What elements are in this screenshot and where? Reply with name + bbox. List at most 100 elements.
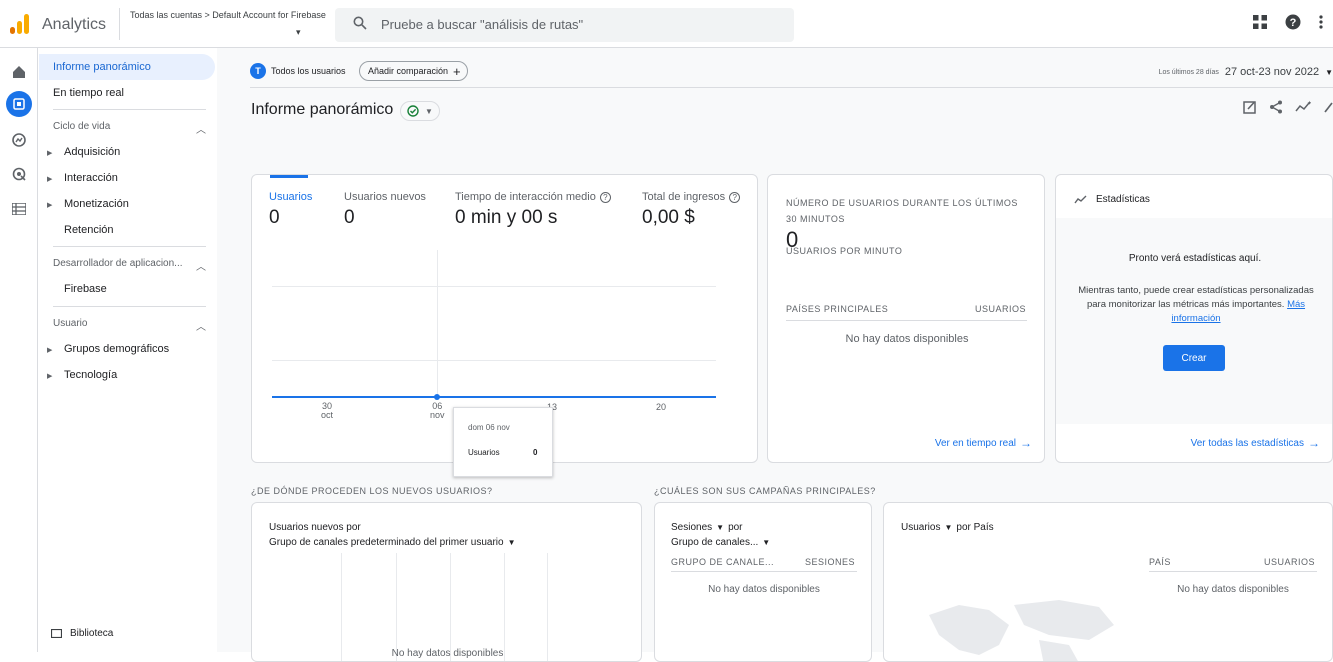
sessions-title[interactable]: Sesiones ▼ por bbox=[671, 522, 743, 533]
account-selector[interactable]: Todas las cuentas > Default Account for … bbox=[119, 8, 326, 40]
metric-usuarios-nuevos[interactable]: Usuarios nuevos 0 bbox=[344, 191, 426, 229]
nav-en-tiempo-real[interactable]: En tiempo real bbox=[39, 80, 215, 106]
search-box[interactable]: Pruebe a buscar "análisis de rutas" bbox=[335, 8, 794, 42]
home-icon[interactable] bbox=[6, 59, 32, 85]
nav-section-desarrollador[interactable]: Desarrollador de aplicacion... ︿ bbox=[53, 258, 206, 273]
metric-tiempo-interaccion[interactable]: Tiempo de interacción medio ? 0 min y 00… bbox=[455, 191, 611, 229]
analytics-logo[interactable] bbox=[10, 14, 30, 34]
dimension-selector[interactable]: Grupo de canales predeterminado del prim… bbox=[269, 537, 516, 548]
empty-state: No hay datos disponibles bbox=[391, 648, 504, 659]
empty-state: No hay datos disponibles bbox=[708, 584, 820, 595]
expand-arrow-icon: ▶ bbox=[47, 202, 53, 209]
users-series-line bbox=[272, 396, 716, 398]
metric-label: Usuarios bbox=[269, 191, 313, 203]
top-bar: Analytics Todas las cuentas > Default Ac… bbox=[0, 0, 1333, 48]
tooltip-value: 0 bbox=[533, 448, 538, 457]
nav-section-ciclo-de-vida[interactable]: Ciclo de vida ︿ bbox=[53, 121, 206, 136]
help-icon[interactable]: ? bbox=[599, 191, 611, 203]
add-icon: + bbox=[453, 63, 461, 79]
table-divider bbox=[1149, 571, 1317, 572]
folder-icon bbox=[51, 629, 62, 638]
view-all-insights-link[interactable]: Ver todas las estadísticas → bbox=[1191, 436, 1320, 450]
gridline bbox=[450, 553, 451, 661]
nav-item-label: Tecnología bbox=[64, 369, 118, 381]
more-vert-icon[interactable] bbox=[1319, 15, 1323, 29]
table-divider bbox=[786, 320, 1027, 321]
metric-usuarios[interactable]: Usuarios 0 bbox=[269, 191, 312, 229]
dimension-label: Grupo de canales predeterminado del prim… bbox=[269, 537, 504, 548]
nav-item-label: Grupos demográficos bbox=[64, 343, 170, 355]
date-range-value: 27 oct-23 nov 2022 bbox=[1224, 66, 1320, 78]
help-icon[interactable]: ? bbox=[1285, 14, 1301, 30]
metric-value: 0,00 $ bbox=[642, 207, 695, 228]
tooltip-label: Usuarios bbox=[468, 448, 500, 457]
expand-arrow-icon: ▶ bbox=[47, 347, 53, 354]
edit-report-icon[interactable] bbox=[1243, 100, 1257, 114]
svg-text:✦: ✦ bbox=[1307, 100, 1311, 107]
chevron-up-icon: ︿ bbox=[196, 322, 206, 333]
x-tick-bottom: oct bbox=[321, 410, 334, 420]
metrics-card: Usuarios 0 Usuarios nuevos 0 Tiempo de i… bbox=[251, 174, 758, 477]
expand-arrow-icon: ▶ bbox=[47, 373, 53, 380]
x-tick-30-oct: 30 oct bbox=[321, 402, 333, 420]
sessions-by: por bbox=[728, 522, 743, 533]
pencil-icon[interactable] bbox=[1323, 100, 1333, 114]
nav-biblioteca[interactable]: Biblioteca bbox=[51, 628, 113, 639]
chart-tooltip: dom 06 nov Usuarios 0 bbox=[453, 407, 553, 477]
advertising-icon[interactable] bbox=[6, 161, 32, 187]
chevron-up-icon: ︿ bbox=[196, 125, 206, 136]
apps-grid-icon[interactable] bbox=[1253, 15, 1267, 29]
nav-section-title: Usuario bbox=[53, 318, 88, 329]
chevron-down-icon: ▼ bbox=[507, 538, 516, 547]
segment-chip[interactable]: T Todos los usuarios bbox=[250, 61, 354, 81]
create-button[interactable]: Crear bbox=[1163, 345, 1225, 371]
metric-value: 0 bbox=[269, 207, 280, 228]
chevron-down-icon: ▼ bbox=[944, 523, 953, 532]
segment-label: Todos los usuarios bbox=[271, 66, 346, 76]
nav-informe-panoramico[interactable]: Informe panorámico bbox=[39, 54, 215, 80]
explore-icon[interactable] bbox=[6, 127, 32, 153]
view-all-insights-label: Ver todas las estadísticas bbox=[1190, 437, 1304, 449]
help-icon[interactable]: ? bbox=[729, 191, 741, 203]
search-icon bbox=[353, 16, 367, 30]
new-users-card: Usuarios nuevos por Grupo de canales pre… bbox=[251, 502, 642, 662]
x-tick-bottom: nov bbox=[430, 410, 445, 420]
reports-icon[interactable] bbox=[6, 91, 32, 117]
hover-point bbox=[434, 394, 440, 400]
sessions-dimension-selector[interactable]: Grupo de canales... ▼ bbox=[671, 537, 770, 548]
col-paises: PAÍSES PRINCIPALES bbox=[786, 304, 889, 314]
col-sesiones: SESIONES bbox=[804, 557, 855, 567]
realtime-link[interactable]: Ver en tiempo real → bbox=[935, 436, 1032, 450]
metric-label: Usuarios nuevos bbox=[344, 191, 426, 203]
realtime-link-label: Ver en tiempo real bbox=[934, 437, 1016, 449]
expand-arrow-icon: ▶ bbox=[47, 150, 53, 157]
date-range-selector[interactable]: Los últimos 28 días 27 oct-23 nov 2022 ▼ bbox=[1159, 66, 1333, 78]
svg-text:?: ? bbox=[1290, 17, 1297, 29]
nav-section-usuario[interactable]: Usuario ︿ bbox=[53, 318, 206, 333]
country-title[interactable]: Usuarios ▼ por País bbox=[901, 522, 994, 533]
chevron-down-icon: ▼ bbox=[762, 538, 771, 547]
report-status-chip[interactable]: ▼ bbox=[400, 101, 440, 121]
nav-item-label: Interacción bbox=[64, 172, 118, 184]
nav-item-label: Firebase bbox=[64, 283, 107, 295]
add-comparison-button[interactable]: Añadir comparación + bbox=[359, 61, 468, 81]
arrow-right-icon: → bbox=[1020, 436, 1032, 450]
insights-icon[interactable]: ✦ bbox=[1295, 100, 1311, 114]
users-line-chart[interactable] bbox=[272, 250, 716, 410]
country-metric: Usuarios bbox=[901, 522, 941, 533]
sessions-card: Sesiones ▼ por Grupo de canales... ▼ GRU… bbox=[654, 502, 872, 662]
section-title-new-users: ¿DE DÓNDE PROCEDEN LOS NUEVOS USUARIOS? bbox=[251, 486, 493, 496]
configure-icon[interactable] bbox=[6, 196, 32, 222]
account-breadcrumb: Todas las cuentas > Default Account for … bbox=[130, 10, 326, 20]
realtime-card: NÚMERO DE USUARIOS DURANTE LOS ÚLTIMOS 3… bbox=[767, 174, 1045, 463]
expand-arrow-icon: ▶ bbox=[47, 176, 53, 183]
country-by: por País bbox=[956, 522, 994, 533]
share-icon[interactable] bbox=[1269, 100, 1283, 114]
search-placeholder: Pruebe a buscar "análisis de rutas" bbox=[381, 17, 584, 32]
metric-total-ingresos[interactable]: Total de ingresos ? 0,00 $ bbox=[642, 191, 741, 229]
insights-body: Pronto verá estadísticas aquí. Mientras … bbox=[1056, 218, 1332, 424]
add-comparison-label: Añadir comparación bbox=[368, 66, 449, 76]
gridline bbox=[504, 553, 505, 661]
x-tick-06-nov: 06 nov bbox=[430, 402, 445, 420]
insights-heading: Pronto verá estadísticas aquí. bbox=[1128, 253, 1262, 264]
